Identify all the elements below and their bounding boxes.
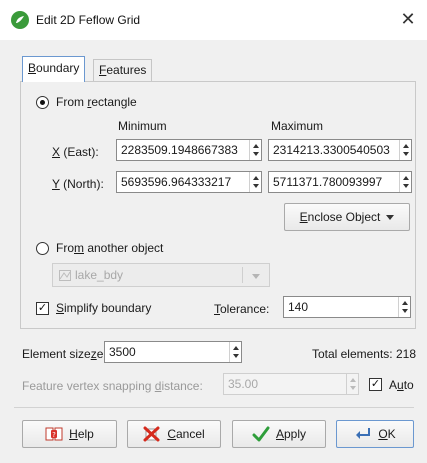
cancel-icon: [143, 426, 160, 442]
tolerance-input[interactable]: 140: [283, 296, 411, 318]
simplify-boundary-checkbox[interactable]: ✓: [36, 302, 49, 315]
snapping-distance-input[interactable]: 35.00: [223, 373, 359, 395]
tab-features-label: eatures: [106, 63, 147, 77]
auto-checkbox[interactable]: ✓: [369, 378, 382, 391]
cancel-label: Cancel: [167, 427, 205, 441]
object-select-value: lake_bdy: [75, 268, 124, 282]
snapping-distance-label: Feature vertex snapping distance:: [22, 379, 203, 393]
tolerance-stepper[interactable]: [398, 297, 410, 317]
polyline-icon: [59, 270, 71, 281]
total-elements-text: Total elements: 218: [311, 347, 416, 361]
checkmark-icon: [252, 426, 270, 442]
y-min-value: 5693596.964333217: [121, 175, 232, 189]
return-arrow-icon: [356, 428, 371, 439]
y-max-input[interactable]: 5711371.780093997: [268, 171, 412, 193]
chevron-down-icon: [252, 274, 260, 279]
x-max-value: 2314213.3300540503: [273, 143, 390, 157]
from-rectangle-label[interactable]: From rectangle: [56, 95, 137, 109]
ok-label: OK: [378, 427, 396, 441]
from-rectangle-radio[interactable]: [36, 96, 49, 109]
y-max-value: 5711371.780093997: [273, 175, 383, 189]
x-min-stepper[interactable]: [249, 140, 261, 160]
simplify-boundary-label[interactable]: Simplify boundary: [56, 301, 151, 315]
x-east-label: X (East):: [52, 145, 99, 159]
minimum-header: Minimum: [118, 119, 167, 133]
object-select[interactable]: lake_bdy: [52, 263, 270, 287]
from-object-label[interactable]: From another object: [56, 241, 163, 255]
tab-boundary-label: oundary: [36, 61, 80, 75]
app-logo-icon: [11, 11, 29, 29]
tolerance-value: 140: [288, 300, 309, 314]
y-north-label: Y (North):: [52, 177, 104, 191]
snapping-distance-stepper[interactable]: [346, 374, 358, 394]
tab-features[interactable]: Features: [93, 59, 153, 81]
title-bar: Edit 2D Feflow Grid ✕: [0, 0, 427, 40]
y-max-stepper[interactable]: [399, 172, 411, 192]
tab-boundary-accel: B: [28, 61, 37, 75]
x-min-input[interactable]: 2283509.1948667383: [116, 139, 262, 161]
tolerance-label: Tolerance:: [214, 302, 270, 316]
svg-text:?: ?: [52, 431, 56, 439]
x-min-value: 2283509.1948667383: [121, 143, 238, 157]
x-max-stepper[interactable]: [399, 140, 411, 160]
element-size-input[interactable]: 3500: [104, 341, 242, 363]
close-icon[interactable]: ✕: [397, 8, 419, 30]
enclose-object-button[interactable]: Enclose Object: [284, 203, 410, 231]
window-title: Edit 2D Feflow Grid: [36, 13, 141, 27]
maximum-header: Maximum: [271, 119, 324, 133]
help-button[interactable]: ? Help: [22, 420, 117, 448]
from-object-radio[interactable]: [36, 242, 49, 255]
help-label: Help: [69, 427, 94, 441]
element-size-stepper[interactable]: [229, 342, 241, 362]
enclose-object-label: Enclose Object: [299, 210, 381, 224]
help-book-icon: ?: [45, 427, 63, 441]
element-size-value: 3500: [109, 345, 136, 359]
snapping-distance-value: 35.00: [228, 377, 259, 391]
tab-boundary[interactable]: Boundary: [22, 56, 86, 82]
x-max-input[interactable]: 2314213.3300540503: [268, 139, 412, 161]
y-min-stepper[interactable]: [249, 172, 261, 192]
chevron-down-icon: [386, 214, 395, 220]
cancel-button[interactable]: Cancel: [127, 420, 221, 448]
apply-label: Apply: [275, 427, 307, 441]
auto-label[interactable]: Auto: [389, 378, 414, 392]
ok-button[interactable]: OK: [336, 420, 414, 448]
divider: [14, 407, 414, 408]
apply-button[interactable]: Apply: [232, 420, 326, 448]
y-min-input[interactable]: 5693596.964333217: [116, 171, 262, 193]
element-size-label: Element sizeze:: [22, 347, 107, 361]
